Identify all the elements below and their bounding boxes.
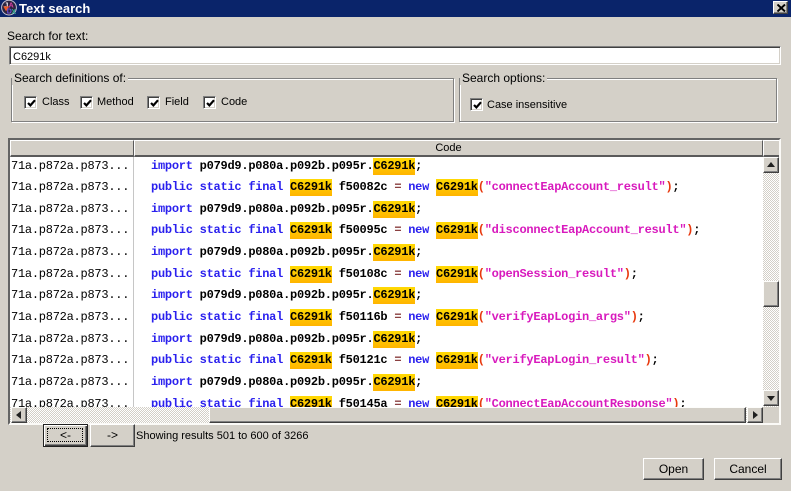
svg-text:X: X <box>11 9 16 16</box>
